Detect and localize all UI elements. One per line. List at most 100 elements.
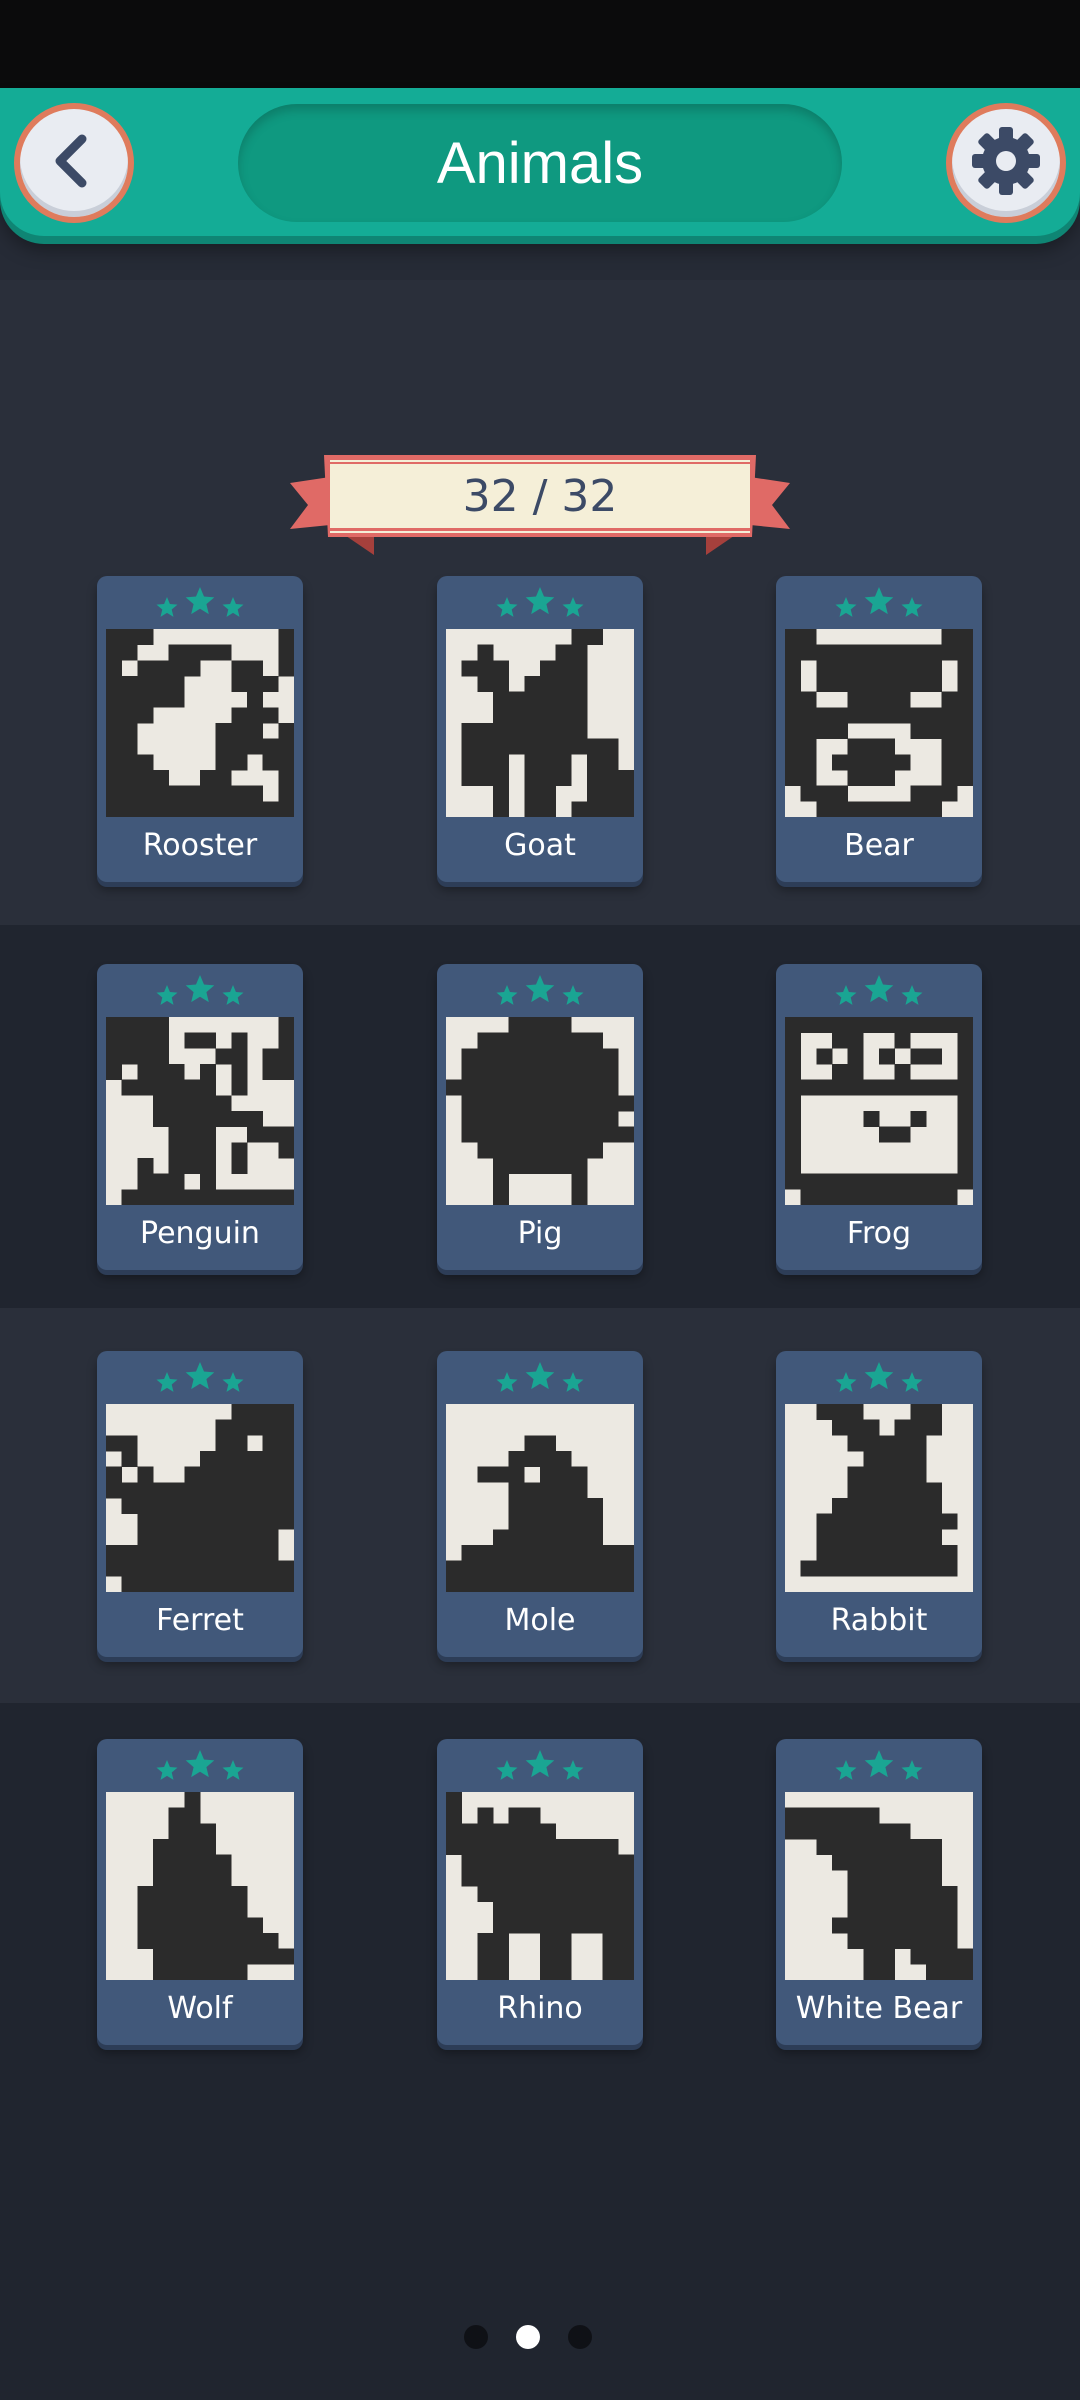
- settings-button[interactable]: [946, 103, 1066, 223]
- puzzle-card[interactable]: Ferret: [97, 1351, 303, 1657]
- pixel-art-icon: [106, 629, 294, 817]
- star-icon: [222, 985, 244, 1005]
- star-icon: [901, 985, 923, 1005]
- puzzle-card[interactable]: Rooster: [97, 576, 303, 882]
- puzzle-card[interactable]: Bear: [776, 576, 982, 882]
- star-rating-icon: [835, 587, 923, 617]
- pixel-art-icon: [461, 629, 634, 817]
- star-icon: [835, 985, 857, 1005]
- puzzle-thumbnail: [106, 1404, 294, 1592]
- star-rating-icon: [156, 975, 244, 1005]
- star-icon: [496, 985, 518, 1005]
- star-icon: [156, 985, 178, 1005]
- star-icon: [496, 1760, 518, 1780]
- star-rating-icon: [156, 587, 244, 617]
- pixel-art-icon: [785, 629, 973, 817]
- star-icon: [156, 597, 178, 617]
- star-icon: [525, 1362, 555, 1390]
- page-dot-3[interactable]: [568, 2325, 592, 2349]
- puzzle-name: Frog: [846, 1216, 912, 1251]
- puzzle-card[interactable]: Mole: [437, 1351, 643, 1657]
- star-icon: [864, 1750, 894, 1778]
- star-icon: [156, 1760, 178, 1780]
- star-icon: [222, 1760, 244, 1780]
- star-rating-icon: [835, 975, 923, 1005]
- puzzle-name: White Bear: [795, 1991, 963, 2026]
- puzzle-thumbnail: [446, 1404, 634, 1592]
- page-dot-2[interactable]: [516, 2325, 540, 2349]
- page-dot-1[interactable]: [464, 2325, 488, 2349]
- puzzle-card[interactable]: White Bear: [776, 1739, 982, 2045]
- title-pill: Animals: [238, 104, 842, 222]
- star-icon: [525, 587, 555, 615]
- puzzle-card[interactable]: Frog: [776, 964, 982, 1270]
- star-rating-icon: [496, 975, 584, 1005]
- puzzle-name: Mole: [504, 1603, 576, 1638]
- star-rating-icon: [496, 1362, 584, 1392]
- page-title: Animals: [436, 130, 644, 196]
- star-rating-icon: [156, 1362, 244, 1392]
- header-bar: Animals: [0, 88, 1080, 236]
- pixel-art-icon: [106, 1017, 294, 1205]
- star-icon: [562, 985, 584, 1005]
- star-icon: [185, 1750, 215, 1778]
- star-icon: [185, 587, 215, 615]
- puzzle-thumbnail: [106, 1792, 294, 1980]
- star-icon: [835, 597, 857, 617]
- puzzle-card[interactable]: Rhino: [437, 1739, 643, 2045]
- pixel-art-icon: [446, 1435, 634, 1592]
- star-icon: [496, 597, 518, 617]
- star-rating-icon: [496, 1750, 584, 1780]
- puzzle-thumbnail: [785, 1792, 973, 1980]
- puzzle-name: Rabbit: [830, 1603, 928, 1638]
- puzzle-card[interactable]: Goat: [437, 576, 643, 882]
- star-icon: [562, 1760, 584, 1780]
- star-icon: [901, 597, 923, 617]
- star-icon: [864, 1362, 894, 1390]
- star-icon: [901, 1760, 923, 1780]
- star-icon: [222, 597, 244, 617]
- pixel-art-icon: [785, 1017, 973, 1205]
- puzzle-card[interactable]: Rabbit: [776, 1351, 982, 1657]
- star-icon: [222, 1372, 244, 1392]
- star-icon: [835, 1372, 857, 1392]
- puzzle-name: Pig: [517, 1216, 563, 1251]
- pixel-art-icon: [800, 1404, 958, 1577]
- puzzle-name: Bear: [844, 828, 914, 863]
- gear-icon: [968, 123, 1044, 203]
- puzzle-name: Goat: [504, 828, 576, 863]
- puzzle-thumbnail: [446, 629, 634, 817]
- pixel-art-icon: [785, 1807, 973, 1980]
- puzzle-thumbnail: [106, 629, 294, 817]
- star-rating-icon: [835, 1750, 923, 1780]
- puzzle-card[interactable]: Wolf: [97, 1739, 303, 2045]
- puzzle-name: Wolf: [167, 1991, 233, 2026]
- progress-ribbon: 32 / 32: [290, 455, 790, 555]
- star-icon: [562, 1372, 584, 1392]
- back-button[interactable]: [14, 103, 134, 223]
- pixel-art-icon: [446, 1017, 634, 1205]
- star-icon: [496, 1372, 518, 1392]
- star-icon: [156, 1372, 178, 1392]
- puzzle-thumbnail: [446, 1017, 634, 1205]
- star-icon: [901, 1372, 923, 1392]
- pixel-art-icon: [106, 1404, 294, 1592]
- puzzle-thumbnail: [446, 1792, 634, 1980]
- star-icon: [525, 1750, 555, 1778]
- puzzle-thumbnail: [785, 629, 973, 817]
- pixel-art-icon: [446, 1792, 634, 1980]
- puzzle-thumbnail: [785, 1017, 973, 1205]
- puzzle-card[interactable]: Pig: [437, 964, 643, 1270]
- puzzle-thumbnail: [785, 1404, 973, 1592]
- page-indicator: [460, 2325, 620, 2349]
- chevron-left-icon: [44, 131, 104, 195]
- puzzle-card[interactable]: Penguin: [97, 964, 303, 1270]
- status-bar: [0, 0, 1080, 88]
- star-rating-icon: [835, 1362, 923, 1392]
- star-icon: [835, 1760, 857, 1780]
- star-icon: [525, 975, 555, 1003]
- progress-count: 32 / 32: [462, 471, 618, 522]
- star-icon: [864, 975, 894, 1003]
- pixel-art-icon: [137, 1792, 294, 1980]
- puzzle-name: Ferret: [156, 1603, 244, 1638]
